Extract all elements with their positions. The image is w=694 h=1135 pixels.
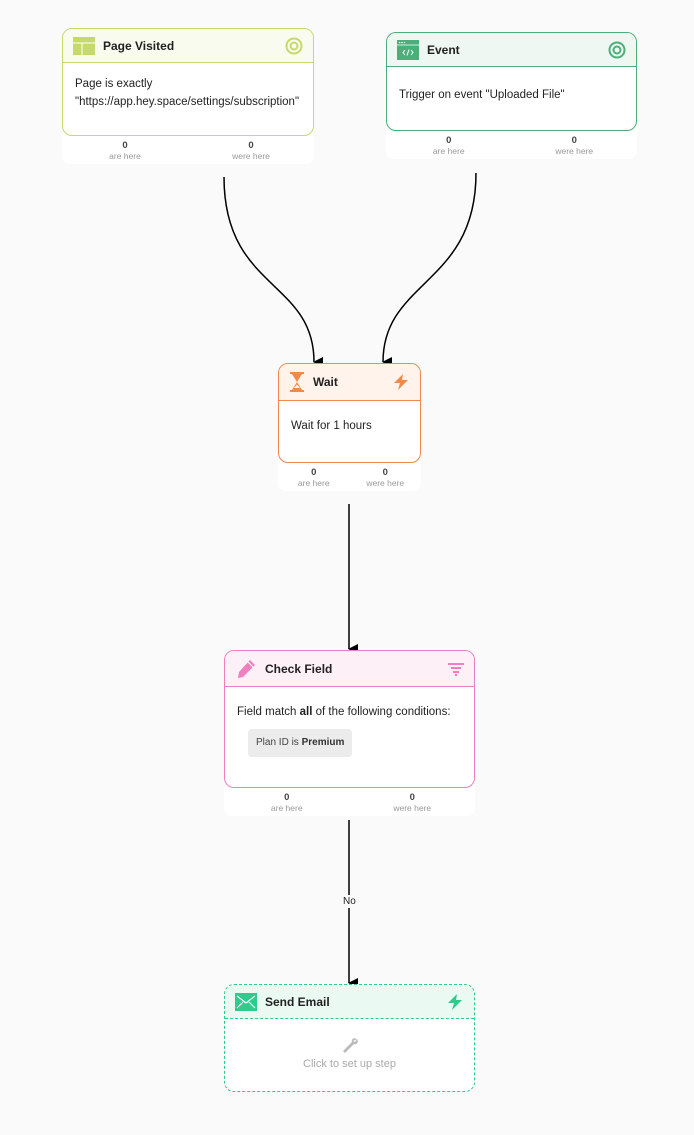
were-here-count: 0	[571, 135, 577, 146]
code-window-icon	[397, 39, 419, 60]
node-wait[interactable]: Wait Wait for 1 hours 0 are here 0 were he…	[278, 363, 421, 491]
placeholder-text: Click to set up step	[303, 1058, 396, 1070]
node-body-line2: "https://app.hey.space/settings/subscrip…	[75, 96, 300, 108]
node-stats: 0 are here 0 were here	[386, 127, 637, 159]
node-title: Wait	[313, 375, 338, 389]
node-body: Wait for 1 hours	[291, 420, 372, 432]
node-title: Event	[427, 42, 460, 57]
are-here-count: 0	[311, 467, 317, 478]
were-here-label: were here	[393, 803, 432, 813]
hourglass-icon	[290, 372, 304, 392]
lightning-icon[interactable]	[446, 993, 464, 1011]
body-suffix: of the following conditions:	[312, 706, 451, 718]
are-here-count: 0	[122, 140, 128, 151]
were-here-count: 0	[382, 467, 388, 478]
setup-step-placeholder[interactable]: Click to set up step	[225, 1019, 474, 1091]
node-check-field[interactable]: Check Field Field match all of the follo…	[224, 650, 475, 816]
are-here-label: are here	[270, 803, 303, 813]
body-prefix: Field match	[237, 706, 300, 718]
node-body: Trigger on event "Uploaded File"	[399, 89, 565, 101]
node-title: Page Visited	[103, 38, 175, 53]
condition-value: Premium	[301, 737, 345, 748]
were-here-label: were here	[232, 151, 270, 161]
node-event[interactable]: Event Trigger on event "Uploaded File" 0…	[386, 32, 637, 159]
edge-page-visited-to-wait	[223, 176, 324, 367]
body-bold: all	[299, 706, 313, 718]
target-icon[interactable]	[285, 37, 303, 55]
edge-event-to-wait	[382, 172, 477, 368]
edges-layer	[223, 172, 477, 988]
were-here-count: 0	[409, 792, 415, 803]
filter-icon[interactable]	[448, 662, 464, 676]
pencil-icon	[238, 659, 255, 678]
were-here-label: were here	[366, 478, 405, 488]
are-here-label: are here	[297, 478, 330, 488]
condition-chip[interactable]: Plan ID is Premium	[248, 729, 353, 757]
node-body-line1: Page is exactly	[75, 78, 153, 90]
are-here-count: 0	[284, 792, 290, 803]
node-stats: 0 are here 0 were here	[224, 784, 475, 816]
node-stats: 0 are here 0 were here	[62, 132, 314, 164]
node-title: Check Field	[265, 661, 333, 676]
node-send-email[interactable]: Send Email Click to set up step	[224, 984, 475, 1092]
lightning-icon[interactable]	[392, 373, 410, 391]
edge-label-no: No	[343, 895, 356, 908]
node-stats: 0 are here 0 were here	[278, 459, 421, 491]
wrench-icon	[342, 1038, 358, 1053]
node-page-visited[interactable]: Page Visited Page is exactly "https://ap…	[62, 28, 314, 164]
are-here-count: 0	[446, 135, 452, 146]
were-here-label: were here	[555, 146, 594, 156]
target-icon[interactable]	[608, 41, 626, 59]
layout-icon	[73, 36, 95, 55]
are-here-label: are here	[432, 146, 465, 156]
were-here-count: 0	[248, 140, 254, 151]
envelope-icon	[235, 992, 257, 1011]
are-here-label: are here	[109, 151, 141, 161]
condition-field: Plan ID is	[256, 737, 302, 748]
node-title: Send Email	[265, 994, 330, 1009]
node-body: Field match all of the following conditi…	[237, 703, 462, 721]
